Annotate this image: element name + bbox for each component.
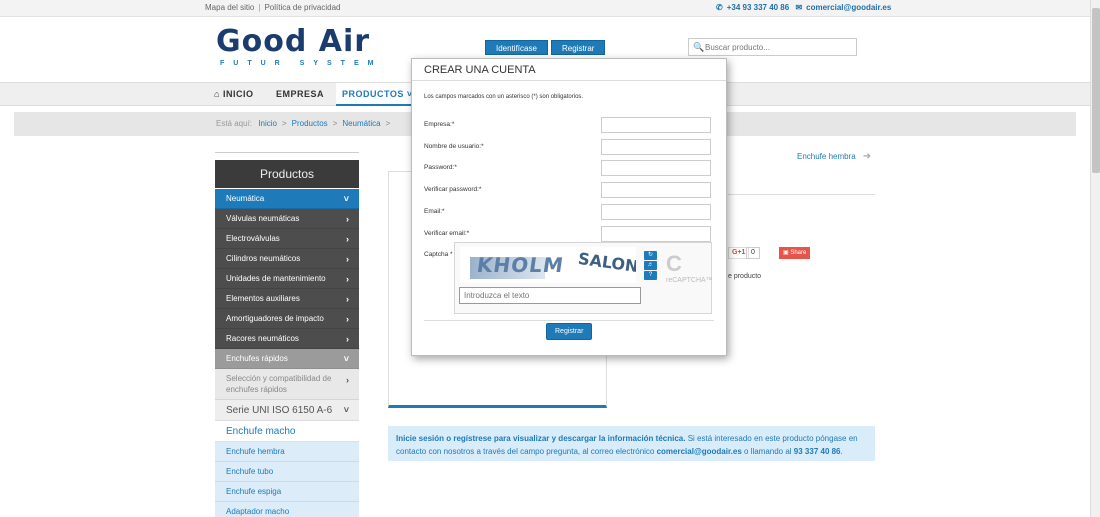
top-links-divider: | xyxy=(258,3,261,12)
info-email[interactable]: comercial@goodair.es xyxy=(657,447,742,456)
top-links: Mapa del sitio | Política de privacidad xyxy=(205,3,340,12)
site-logo[interactable]: Good Air FUTUR SYSTEM xyxy=(216,24,383,68)
label-empresa: Empresa:* xyxy=(424,121,455,128)
page-scrollbar[interactable] xyxy=(1090,0,1100,517)
arrow-right-icon: ➜ xyxy=(862,151,872,162)
info-phone: 93 337 40 86 xyxy=(793,447,841,456)
label-password: Password:* xyxy=(424,164,457,171)
sidebar-item-enchufe-hembra[interactable]: Enchufe hembra xyxy=(215,442,359,462)
audio-icon[interactable]: ♬ xyxy=(644,261,657,270)
sidebar-item-enchufe-espiga[interactable]: Enchufe espiga xyxy=(215,482,359,502)
share-icon: ▣ xyxy=(783,250,789,256)
captcha-input[interactable] xyxy=(459,287,641,304)
empresa-field[interactable] xyxy=(601,117,711,133)
scrollbar-thumb[interactable] xyxy=(1092,8,1100,173)
product-text: e producto xyxy=(728,273,762,280)
top-bar: Mapa del sitio | Política de privacidad ✆ +… xyxy=(0,0,1090,17)
search-icon: 🔍 xyxy=(693,42,705,52)
contact-info: ✆ +34 93 337 40 86 ✉ comercial@goodair.es xyxy=(716,3,895,12)
breadcrumb-productos[interactable]: Productos xyxy=(292,119,328,128)
username-field[interactable] xyxy=(601,139,711,155)
phone-icon: ✆ xyxy=(716,3,723,12)
content-divider xyxy=(728,194,875,195)
label-usuario: Nombre de usuario:* xyxy=(424,143,484,150)
modal-divider xyxy=(424,320,714,321)
chevron-right-icon: › xyxy=(346,375,349,385)
chevron-right-icon: > xyxy=(281,119,287,128)
share-button[interactable]: ▣ Share xyxy=(779,247,811,259)
home-icon: ⌂ xyxy=(214,89,220,99)
verify-email-field[interactable] xyxy=(601,226,711,242)
chevron-right-icon: › xyxy=(346,234,349,244)
contact-email[interactable]: comercial@goodair.es xyxy=(806,3,891,12)
register-button[interactable]: Registrar xyxy=(551,40,606,55)
sidebar-item-valvulas[interactable]: Válvulas neumáticas › xyxy=(215,209,359,229)
nav-empresa[interactable]: EMPRESA xyxy=(276,83,324,106)
envelope-icon: ✉ xyxy=(795,3,803,12)
chevron-right-icon: › xyxy=(346,294,349,304)
nav-productos[interactable]: PRODUCTOS ˅ xyxy=(336,83,419,106)
sidebar-item-adaptador-macho[interactable]: Adaptador macho xyxy=(215,502,359,517)
sidebar-item-neumatica[interactable]: Neumática ˅ xyxy=(215,189,359,209)
login-info-box: Inicie sesión o regístrese para visualiz… xyxy=(388,426,875,461)
label-email: Email:* xyxy=(424,208,445,215)
chevron-down-icon: ˅ xyxy=(343,354,349,364)
sidebar-item-enchufes[interactable]: Enchufes rápidos ˅ xyxy=(215,349,359,369)
sidebar-item-amortiguadores[interactable]: Amortiguadores de impacto › xyxy=(215,309,359,329)
sidebar-menu: Neumática ˅ Válvulas neumáticas › Electrov… xyxy=(215,189,359,517)
chevron-right-icon: › xyxy=(346,314,349,324)
sidebar-item-racores[interactable]: Racores neumáticos › xyxy=(215,329,359,349)
chevron-right-icon: › xyxy=(346,274,349,284)
captcha-image: KHOLM SALON xyxy=(460,247,636,283)
sidebar-item-unidades[interactable]: Unidades de mantenimiento › xyxy=(215,269,359,289)
breadcrumb-prefix: Está aquí: xyxy=(216,119,253,128)
verify-password-field[interactable] xyxy=(601,182,711,198)
search-box: 🔍 xyxy=(688,38,857,56)
captcha-word-1: KHOLM xyxy=(475,253,566,277)
next-product-link[interactable]: Enchufe hembra ➜ xyxy=(797,151,871,162)
login-button[interactable]: Identifícase xyxy=(485,40,548,55)
help-icon[interactable]: ? xyxy=(644,271,657,280)
captcha-word-2: SALON xyxy=(576,248,636,277)
sidebar-title: Productos xyxy=(215,160,359,188)
sidebar-item-electrovalvulas[interactable]: Electroválvulas › xyxy=(215,229,359,249)
gplus-count: 0 xyxy=(746,247,760,259)
label-captcha: Captcha * xyxy=(424,251,453,258)
sidebar-item-seleccion[interactable]: Selección y compatibilidad de enchufes r… xyxy=(215,369,359,400)
label-verify-email: Verificar email:* xyxy=(424,230,470,237)
recaptcha-icon: C xyxy=(666,251,682,276)
sidebar-rule xyxy=(215,152,359,153)
submit-register-button[interactable]: Registrar xyxy=(546,323,593,340)
sidebar-item-enchufe-tubo[interactable]: Enchufe tubo xyxy=(215,462,359,482)
recaptcha-logo: C reCAPTCHA™ xyxy=(666,251,713,284)
chevron-right-icon: › xyxy=(346,254,349,264)
chevron-right-icon: > xyxy=(385,119,391,128)
sidebar-item-cilindros[interactable]: Cilindros neumáticos › xyxy=(215,249,359,269)
logo-wordmark: Good Air xyxy=(216,24,371,59)
logo-tagline: FUTUR SYSTEM xyxy=(220,60,383,67)
modal-title: CREAR UNA CUENTA xyxy=(412,59,726,81)
chevron-right-icon: › xyxy=(346,334,349,344)
chevron-right-icon: > xyxy=(332,119,338,128)
chevron-down-icon: ˅ xyxy=(343,194,349,204)
refresh-icon[interactable]: ↻ xyxy=(644,251,657,260)
privacy-link[interactable]: Política de privacidad xyxy=(264,3,340,12)
label-verify-password: Verificar password:* xyxy=(424,186,482,193)
sidebar-item-serie[interactable]: Serie UNI ISO 6150 A-6 ˅ xyxy=(215,400,359,421)
sidebar-item-enchufe-macho[interactable]: Enchufe macho xyxy=(215,421,359,442)
contact-phone[interactable]: +34 93 337 40 86 xyxy=(727,3,790,12)
sidebar-item-elementos[interactable]: Elementos auxiliares › xyxy=(215,289,359,309)
nav-inicio[interactable]: ⌂ INICIO xyxy=(214,83,253,106)
sitemap-link[interactable]: Mapa del sitio xyxy=(205,3,254,12)
password-field[interactable] xyxy=(601,160,711,176)
search-input[interactable] xyxy=(705,40,853,54)
captcha-widget: KHOLM SALON ↻ ♬ ? C reCAPTCHA™ xyxy=(454,242,713,314)
required-note: Los campos marcados con un asterisco (*)… xyxy=(424,94,584,100)
email-field[interactable] xyxy=(601,204,711,220)
breadcrumb-neumatica[interactable]: Neumática xyxy=(342,119,380,128)
chevron-down-icon: ˅ xyxy=(343,405,349,415)
chevron-right-icon: › xyxy=(346,214,349,224)
create-account-modal: CREAR UNA CUENTA Los campos marcados con… xyxy=(411,58,727,356)
breadcrumb-inicio[interactable]: Inicio xyxy=(258,119,277,128)
